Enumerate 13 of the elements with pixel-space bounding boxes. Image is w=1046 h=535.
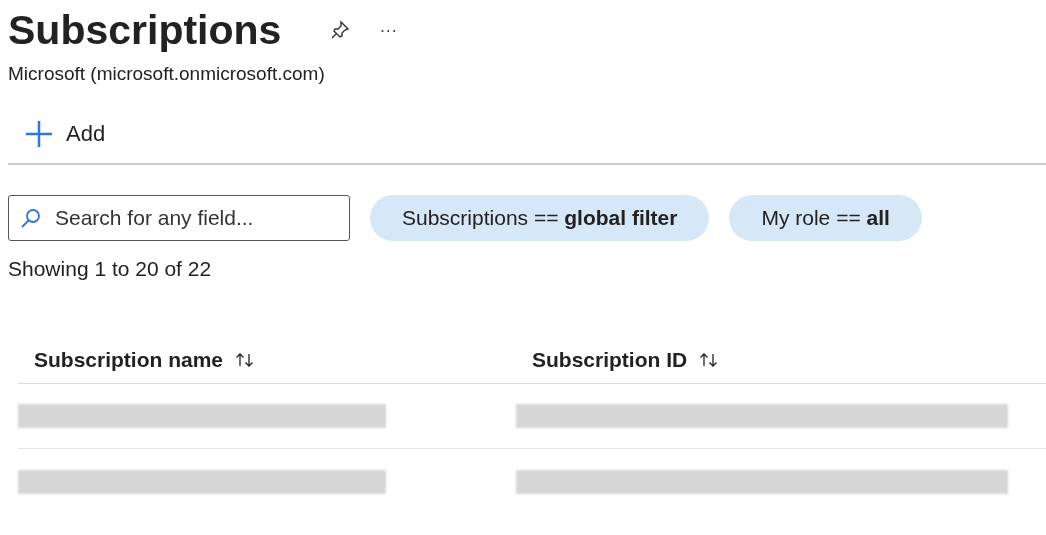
filter-pill[interactable]: My role == all bbox=[729, 194, 922, 241]
add-button[interactable]: Add bbox=[24, 117, 106, 150]
plus-icon bbox=[24, 118, 54, 149]
filter-pill[interactable]: Subscriptions == global filter bbox=[370, 194, 710, 241]
column-header[interactable]: Subscription name bbox=[34, 343, 224, 376]
results-count: Showing 1 to 20 of 22 bbox=[8, 255, 213, 282]
page-title: Subscriptions bbox=[8, 6, 282, 55]
search-field[interactable]: Search for any field... bbox=[8, 194, 350, 241]
column-header[interactable]: Subscription ID bbox=[532, 343, 688, 376]
more-button[interactable]: ··· bbox=[379, 16, 398, 44]
search-icon bbox=[20, 206, 42, 229]
page-subtitle: Microsoft (microsoft.onmicrosoft.com) bbox=[8, 62, 326, 86]
pin-icon[interactable] bbox=[329, 19, 352, 41]
